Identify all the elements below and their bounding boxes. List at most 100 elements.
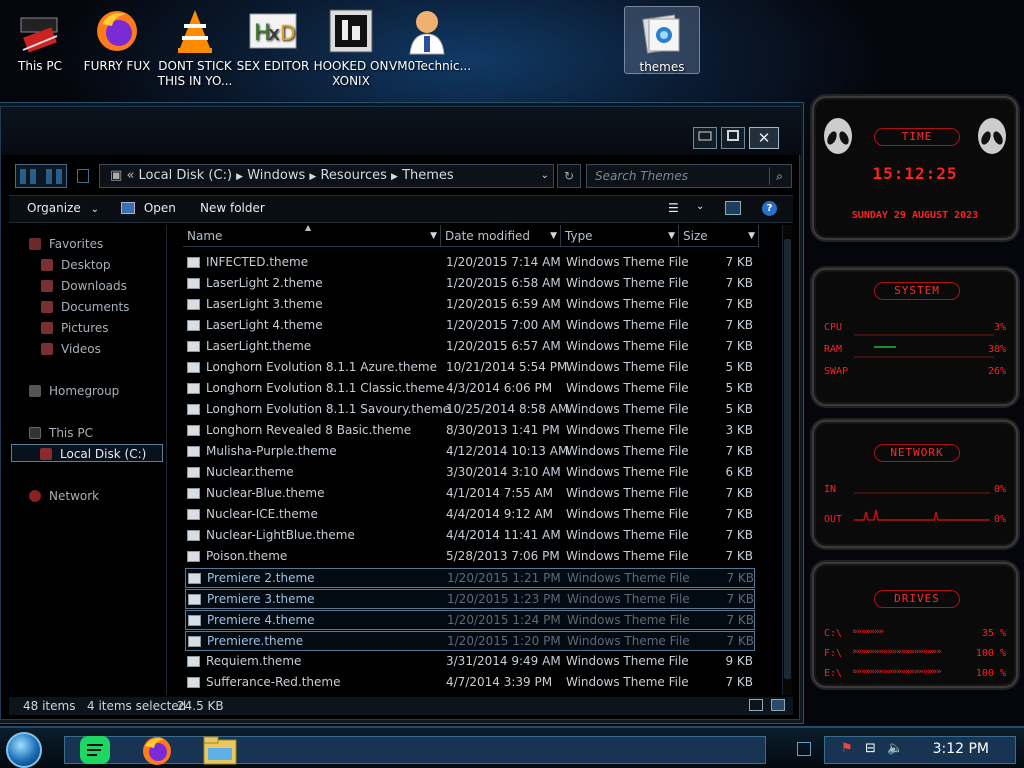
table-row[interactable]: LaserLight 4.theme 1/20/2015 7:00 AM Windo…	[185, 316, 755, 336]
network-icon[interactable]: ⊟	[865, 741, 876, 756]
explorer-window: ✕ ▣ « Local Disk (C:) ▶ Windows ▶ Resour…	[0, 106, 801, 720]
recent-pages-icon[interactable]	[77, 169, 89, 183]
column-size[interactable]: Size ▼	[679, 225, 759, 247]
file-date: 1/20/2015 7:14 AM	[446, 255, 561, 269]
status-item-count: 48 items	[23, 699, 76, 713]
breadcrumb-local-disk[interactable]: Local Disk (C:)	[139, 168, 232, 183]
table-row[interactable]: Premiere.theme 1/20/2015 1:20 PM Windows T…	[185, 631, 755, 651]
refresh-button[interactable]: ↻	[557, 164, 581, 188]
table-row[interactable]: Premiere 4.theme 1/20/2015 1:24 PM Windows…	[185, 610, 755, 630]
maximize-button[interactable]	[721, 127, 745, 149]
drive-icon: ▣	[110, 168, 123, 183]
nav-network[interactable]: Network	[29, 487, 187, 505]
breadcrumb-windows[interactable]: Windows	[247, 168, 305, 183]
view-dropdown-icon[interactable]: ⌄	[696, 201, 704, 212]
table-row[interactable]: Nuclear.theme 3/30/2014 3:10 AM Windows Th…	[185, 463, 755, 483]
net-out-value: 0%	[993, 514, 1006, 525]
cpu-value: 3%	[993, 322, 1006, 333]
network-gadget[interactable]: NETWORK IN 0% OUT 0%	[812, 420, 1018, 548]
large-icons-view-icon[interactable]	[771, 699, 785, 711]
open-button[interactable]: Open	[121, 201, 176, 215]
details-view-icon[interactable]	[749, 699, 763, 711]
table-row[interactable]: Longhorn Evolution 8.1.1 Savoury.theme 10…	[185, 400, 755, 420]
theme-file-icon	[187, 320, 200, 331]
system-gadget[interactable]: SYSTEM CPU 3% RAM 38% SWAP 26%	[812, 268, 1018, 406]
column-name[interactable]: Name ▼ ▲	[183, 225, 441, 247]
desktop-icon-vlc[interactable]: DONT STICK THIS IN YO...	[157, 6, 233, 89]
drive-c-bar-icon: »»»»»»»	[852, 627, 884, 637]
system-tray: ⚑ ⊟ 🔈 3:12 PM	[824, 736, 1016, 764]
table-row[interactable]: LaserLight 3.theme 1/20/2015 6:59 AM Windo…	[185, 295, 755, 315]
scrollbar-thumb[interactable]	[784, 239, 791, 679]
nav-this-pc[interactable]: This PC	[29, 424, 187, 442]
column-date-modified[interactable]: Date modified ▼	[441, 225, 561, 247]
table-row[interactable]: Poison.theme 5/28/2013 7:06 PM Windows The…	[185, 547, 755, 567]
view-options-icon[interactable]: ☰	[668, 201, 679, 215]
time-gadget[interactable]: TIME 15:12:25 SUNDAY 29 AUGUST 2023	[812, 96, 1018, 240]
chevron-down-icon[interactable]: ▼	[748, 225, 755, 247]
table-row[interactable]: Sufferance-Red.theme 4/7/2014 3:39 PM Wind…	[185, 673, 755, 693]
window-titlebar[interactable]: ✕	[1, 107, 801, 155]
file-name: Nuclear-ICE.theme	[206, 507, 318, 521]
vertical-scrollbar[interactable]	[782, 225, 792, 695]
new-folder-button[interactable]: New folder	[200, 201, 265, 215]
table-row[interactable]: Longhorn Revealed 8 Basic.theme 8/30/2013…	[185, 421, 755, 441]
theme-file-icon	[187, 488, 200, 499]
command-bar: Organize ⌄ Open New folder ☰ ⌄ ?	[9, 195, 793, 223]
close-button[interactable]: ✕	[749, 127, 779, 149]
start-button[interactable]	[6, 732, 42, 768]
taskbar-spotify[interactable]	[78, 734, 114, 766]
table-row[interactable]: LaserLight 2.theme 1/20/2015 6:58 AM Windo…	[185, 274, 755, 294]
back-forward-buttons[interactable]	[15, 164, 67, 188]
taskbar-clock[interactable]: 3:12 PM	[933, 741, 989, 757]
theme-file-icon	[187, 425, 200, 436]
address-dropdown-icon[interactable]: ⌄	[541, 165, 549, 187]
action-center-icon[interactable]: ⚑	[841, 741, 853, 756]
table-row[interactable]: Premiere 3.theme 1/20/2015 1:23 PM Windows…	[185, 589, 755, 609]
download-icon	[41, 280, 53, 292]
table-row[interactable]: Premiere 2.theme 1/20/2015 1:21 PM Windows…	[185, 568, 755, 588]
table-row[interactable]: LaserLight.theme 1/20/2015 6:57 AM Windows…	[185, 337, 755, 357]
breadcrumb-resources[interactable]: Resources	[320, 168, 386, 183]
show-desktop-icon[interactable]	[797, 742, 811, 756]
desktop-icon-game[interactable]: HOOKED ON XONIX	[313, 6, 389, 89]
nav-favorites[interactable]: Favorites	[29, 235, 187, 253]
file-date: 1/20/2015 1:21 PM	[447, 571, 561, 585]
theme-file-icon	[187, 383, 200, 394]
volume-icon[interactable]: 🔈	[887, 741, 903, 756]
nav-homegroup[interactable]: Homegroup	[29, 382, 187, 400]
desktop-icon-this-pc[interactable]: This PC	[2, 6, 78, 74]
desktop-icon-firefox[interactable]: FURRY FUX	[79, 6, 155, 74]
table-row[interactable]: Longhorn Evolution 8.1.1 Classic.theme 4/…	[185, 379, 755, 399]
minimize-icon	[698, 131, 712, 141]
table-row[interactable]: Mulisha-Purple.theme 4/12/2014 10:13 AM Wi…	[185, 442, 755, 462]
chevron-down-icon[interactable]: ▼	[550, 225, 557, 247]
table-row[interactable]: INFECTED.theme 1/20/2015 7:14 AM Windows T…	[185, 253, 755, 273]
homegroup-icon	[29, 385, 41, 397]
help-icon[interactable]: ?	[762, 201, 777, 216]
file-size: 7 KB	[726, 634, 754, 648]
organize-button[interactable]: Organize ⌄	[27, 201, 99, 215]
desktop-icon-vm0[interactable]: VM0Technic...	[389, 6, 471, 74]
chevron-down-icon[interactable]: ▼	[430, 225, 437, 247]
table-row[interactable]: Nuclear-LightBlue.theme 4/4/2014 11:41 AM…	[185, 526, 755, 546]
table-row[interactable]: Nuclear-ICE.theme 4/4/2014 9:12 AM Windows…	[185, 505, 755, 525]
desktop-icon-themes[interactable]: themes	[624, 6, 700, 74]
taskbar-file-explorer[interactable]	[202, 734, 238, 766]
table-row[interactable]: Requiem.theme 3/31/2014 9:49 AM Windows Th…	[185, 652, 755, 672]
status-selected-size: 24.5 KB	[177, 699, 224, 713]
taskbar-firefox[interactable]	[140, 734, 176, 766]
breadcrumb-themes[interactable]: Themes	[402, 168, 454, 183]
column-type[interactable]: Type ▼	[561, 225, 679, 247]
search-input[interactable]: Search Themes ⌕	[586, 164, 792, 188]
preview-pane-icon[interactable]	[725, 201, 741, 215]
minimize-button[interactable]	[693, 127, 717, 149]
chevron-down-icon[interactable]: ▼	[668, 225, 675, 247]
address-bar[interactable]: ▣ « Local Disk (C:) ▶ Windows ▶ Resource…	[99, 164, 554, 188]
table-row[interactable]: Nuclear-Blue.theme 4/1/2014 7:55 AM Window…	[185, 484, 755, 504]
search-icon[interactable]: ⌕	[769, 167, 789, 185]
table-row[interactable]: Longhorn Evolution 8.1.1 Azure.theme 10/2…	[185, 358, 755, 378]
drives-gadget[interactable]: DRIVES C:\ 35 % F:\ 100 % E:\ 100 % »»»»…	[812, 562, 1018, 688]
nav-local-disk[interactable]: Local Disk (C:)	[11, 444, 163, 462]
desktop-icon-hex-editor[interactable]: HxD SEX EDITOR	[235, 6, 311, 74]
